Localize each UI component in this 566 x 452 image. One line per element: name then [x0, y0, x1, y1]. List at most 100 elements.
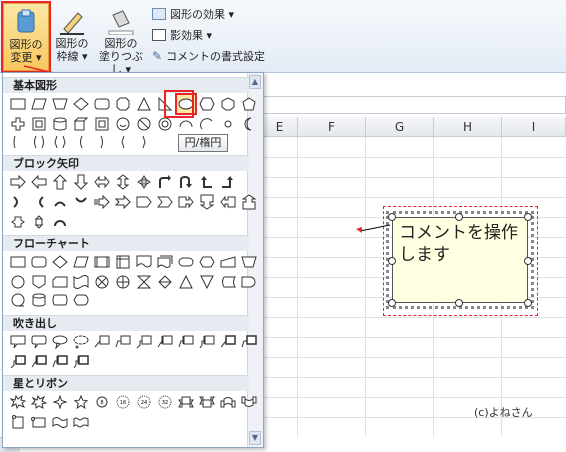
connector-icon[interactable]: [9, 273, 27, 291]
or-icon[interactable]: [114, 273, 132, 291]
summing-junction-icon[interactable]: [93, 273, 111, 291]
accent-border-callout-2-icon[interactable]: [51, 353, 69, 371]
left-arrow-icon[interactable]: [30, 173, 48, 191]
curved-left-arrow-icon[interactable]: [30, 193, 48, 211]
alt-process-icon[interactable]: [30, 253, 48, 271]
cylinder-icon[interactable]: [51, 115, 69, 133]
shadow-effects-button[interactable]: 影効果 ▾: [152, 27, 212, 43]
bent-arrow-icon[interactable]: [156, 173, 174, 191]
preparation-icon[interactable]: [198, 253, 216, 271]
curved-down-arrow-icon[interactable]: [72, 193, 90, 211]
column-header-h[interactable]: H: [434, 117, 502, 137]
arc-icon[interactable]: [198, 115, 216, 133]
resize-handle[interactable]: [455, 213, 463, 221]
explosion1-icon[interactable]: [9, 393, 27, 411]
column-header-e[interactable]: E: [262, 117, 298, 137]
right-arrow-callout-icon[interactable]: [177, 193, 195, 211]
star16-icon[interactable]: 16: [114, 393, 132, 411]
left-right-callout-icon[interactable]: [9, 213, 27, 231]
ribbon-up-icon[interactable]: [177, 393, 195, 411]
left-arrow-callout-icon[interactable]: [219, 193, 237, 211]
column-header-f[interactable]: F: [298, 117, 366, 137]
curved-ribbon-up-icon[interactable]: [219, 393, 237, 411]
rect-callout-icon[interactable]: [9, 333, 27, 351]
resize-handle[interactable]: [524, 213, 532, 221]
up-down-arrow-icon[interactable]: [114, 173, 132, 191]
stored-data-icon[interactable]: [219, 273, 237, 291]
cross-icon[interactable]: [9, 115, 27, 133]
shape-effects-button[interactable]: 図形の効果 ▾: [152, 6, 234, 22]
line-callout-3-icon[interactable]: [135, 333, 153, 351]
up-arrow-icon[interactable]: [51, 173, 69, 191]
explosion2-icon[interactable]: [30, 393, 48, 411]
right-bracket-icon[interactable]: [93, 133, 111, 151]
triangle-icon[interactable]: [135, 95, 153, 113]
pentagon-icon[interactable]: [240, 95, 258, 113]
resize-handle[interactable]: [388, 299, 396, 307]
border-callout-1-icon[interactable]: [219, 333, 237, 351]
ribbon-down-icon[interactable]: [198, 393, 216, 411]
border-callout-3-icon[interactable]: [9, 353, 27, 371]
column-header-i[interactable]: I: [502, 117, 566, 137]
manual-operation-icon[interactable]: [240, 253, 258, 271]
left-brace-icon[interactable]: [114, 133, 132, 151]
sun-icon[interactable]: [219, 115, 237, 133]
octagon-icon[interactable]: [114, 95, 132, 113]
extract-icon[interactable]: [177, 273, 195, 291]
striped-arrow-icon[interactable]: [93, 193, 111, 211]
frame-icon[interactable]: [30, 115, 48, 133]
delay-icon[interactable]: [240, 273, 258, 291]
predefined-process-icon[interactable]: [93, 253, 111, 271]
comment-box[interactable]: コメントを操作します: [392, 217, 528, 303]
u-turn-arrow-icon[interactable]: [177, 173, 195, 191]
smiley-icon[interactable]: [114, 115, 132, 133]
vertical-scroll-icon[interactable]: [9, 413, 27, 431]
accent-callout-1-icon[interactable]: [156, 333, 174, 351]
sort-icon[interactable]: [156, 273, 174, 291]
multidocument-icon[interactable]: [156, 253, 174, 271]
terminator-icon[interactable]: [177, 253, 195, 271]
formula-bar[interactable]: [262, 96, 566, 114]
moon-icon[interactable]: [240, 115, 258, 133]
quad-arrow-icon[interactable]: [135, 173, 153, 191]
column-header-g[interactable]: G: [366, 117, 434, 137]
pentagon-arrow-icon[interactable]: [135, 193, 153, 211]
bent-up-arrow-icon[interactable]: [219, 173, 237, 191]
double-wave-icon[interactable]: [72, 413, 90, 431]
down-arrow-callout-icon[interactable]: [198, 193, 216, 211]
bracket-pair-icon[interactable]: [30, 133, 48, 151]
decision-icon[interactable]: [51, 253, 69, 271]
display-icon[interactable]: [72, 291, 90, 309]
notched-arrow-icon[interactable]: [114, 193, 132, 211]
comment-format-button[interactable]: ✎ コメントの書式設定: [152, 48, 265, 64]
oval-callout-icon[interactable]: [51, 333, 69, 351]
direct-access-storage-icon[interactable]: [51, 291, 69, 309]
right-brace-icon[interactable]: [135, 133, 153, 151]
down-arrow-icon[interactable]: [72, 173, 90, 191]
resize-handle[interactable]: [388, 257, 396, 265]
punched-tape-icon[interactable]: [72, 273, 90, 291]
parallelogram-icon[interactable]: [30, 95, 48, 113]
shape-outline-button[interactable]: 図形の 枠線 ▾: [50, 3, 94, 69]
scroll-up-icon[interactable]: ▲: [249, 75, 261, 89]
star8-icon[interactable]: 8: [93, 393, 111, 411]
offpage-connector-icon[interactable]: [30, 273, 48, 291]
process-icon[interactable]: [9, 253, 27, 271]
sequential-storage-icon[interactable]: [9, 291, 27, 309]
accent-border-callout-1-icon[interactable]: [30, 353, 48, 371]
line-callout-1-icon[interactable]: [93, 333, 111, 351]
star24-icon[interactable]: 24: [135, 393, 153, 411]
internal-storage-icon[interactable]: [114, 253, 132, 271]
curved-ribbon-down-icon[interactable]: [240, 393, 258, 411]
left-bracket-icon[interactable]: [72, 133, 90, 151]
star4-icon[interactable]: [51, 393, 69, 411]
heptagon-icon[interactable]: [219, 95, 237, 113]
manual-input-icon[interactable]: [219, 253, 237, 271]
resize-handle[interactable]: [388, 213, 396, 221]
rounded-callout-icon[interactable]: [30, 333, 48, 351]
cube-icon[interactable]: [72, 115, 90, 133]
diamond-icon[interactable]: [72, 95, 90, 113]
data-icon[interactable]: [72, 253, 90, 271]
rounded-rect-icon[interactable]: [93, 95, 111, 113]
brace-icon[interactable]: [9, 133, 27, 151]
